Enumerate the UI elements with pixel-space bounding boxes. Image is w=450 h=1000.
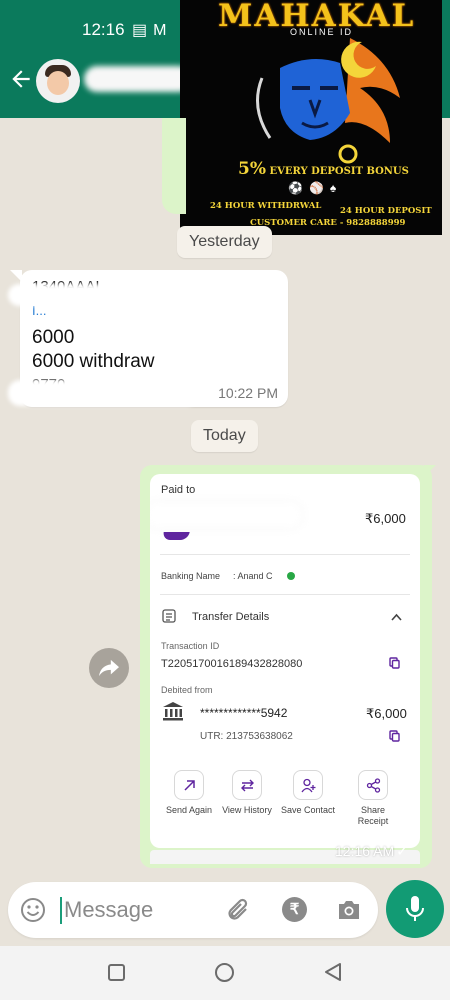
payee-logo — [162, 532, 190, 540]
read-receipt-icon: ✓ — [396, 843, 409, 860]
banking-name-label: Banking Name — [161, 571, 221, 581]
transfer-details-label[interactable]: Transfer Details — [192, 611, 269, 623]
transaction-id-label: Transaction ID — [161, 641, 220, 651]
receipt-icon — [162, 609, 176, 623]
verified-icon — [287, 572, 295, 580]
debited-from-label: Debited from — [161, 685, 213, 695]
sports-icons: ⚽⚾♠ — [288, 181, 343, 195]
emoji-icon[interactable] — [20, 897, 46, 923]
camera-icon[interactable] — [336, 898, 362, 922]
nav-back-icon[interactable] — [323, 962, 343, 982]
add-contact-icon — [301, 778, 316, 793]
payee-redacted — [150, 502, 302, 528]
notification-icons: ▤M — [132, 20, 172, 40]
view-history-button[interactable]: View History — [219, 770, 275, 816]
date-chip-yesterday: Yesterday — [177, 226, 272, 258]
copy-icon[interactable] — [389, 730, 400, 742]
payment-message-time: 12:16 AM — [335, 843, 395, 859]
back-arrow-icon[interactable] — [8, 66, 34, 92]
save-contact-button[interactable]: Save Contact — [280, 770, 336, 816]
chevron-up-icon[interactable] — [391, 613, 402, 621]
ad-deposit: 24 HOUR DEPOSIT — [340, 206, 432, 216]
date-chip-today: Today — [191, 420, 258, 452]
send-again-button[interactable]: Send Again — [161, 770, 217, 816]
recent-apps-button[interactable] — [108, 964, 125, 981]
redaction — [8, 380, 198, 406]
message-time: 10:22 PM — [218, 385, 278, 401]
incoming-message[interactable]: 1340AAAI... I... 6000 6000 withdraw 9770… — [8, 270, 288, 407]
banking-name-value: : Anand C — [233, 571, 273, 581]
redaction — [8, 284, 208, 306]
payment-rupee-icon[interactable]: ₹ — [282, 897, 307, 922]
utr-number: UTR: 213753638062 — [200, 731, 293, 742]
home-button[interactable] — [215, 963, 234, 982]
debited-account: *************5942 — [200, 706, 288, 720]
contact-name-redacted[interactable] — [84, 66, 192, 92]
transaction-id: T2205170016189432828080 — [161, 658, 303, 670]
bank-icon — [163, 702, 183, 721]
message-composer: ₹ — [8, 882, 378, 938]
debited-amount: ₹6,000 — [366, 706, 407, 721]
status-time: 12:16 — [82, 20, 125, 39]
ad-bonus: 5% EVERY DEPOSIT BONUS — [238, 159, 409, 179]
swap-arrows-icon — [241, 779, 254, 792]
microphone-icon — [406, 896, 424, 921]
message-line-amount: 6000 — [32, 327, 75, 348]
ad-withdrawal: 24 HOUR WITHDRWAL — [210, 201, 322, 211]
gmail-icon: M — [153, 22, 173, 39]
message-input[interactable] — [64, 894, 214, 926]
ad-banner: MAHAKAL ONLINE ID 5% EVERY DEPOSIT BONUS… — [180, 0, 442, 235]
paid-to-label: Paid to — [161, 484, 196, 496]
system-navigation-bar — [0, 946, 450, 1000]
copy-icon[interactable] — [389, 657, 400, 669]
attach-icon[interactable] — [226, 897, 252, 923]
arrow-up-right-icon — [184, 780, 195, 791]
shiva-illustration — [256, 38, 400, 164]
previous-message-bubble[interactable] — [162, 118, 186, 214]
share-receipt-button[interactable]: Share Receipt — [345, 770, 401, 827]
payment-receipt-card[interactable]: Paid to ₹6,000 Banking Name : Anand C Tr… — [150, 474, 420, 848]
paid-amount: ₹6,000 — [365, 511, 406, 526]
contact-avatar[interactable] — [36, 59, 80, 103]
forward-icon — [99, 659, 119, 677]
message-line-withdraw: 6000 withdraw — [32, 351, 155, 372]
voice-message-button[interactable] — [386, 880, 444, 938]
forward-button[interactable] — [89, 648, 129, 688]
message-icon: ▤ — [132, 22, 154, 39]
ad-customer-care: CUSTOMER CARE - 9828888999 — [250, 218, 406, 228]
share-icon — [366, 778, 381, 793]
